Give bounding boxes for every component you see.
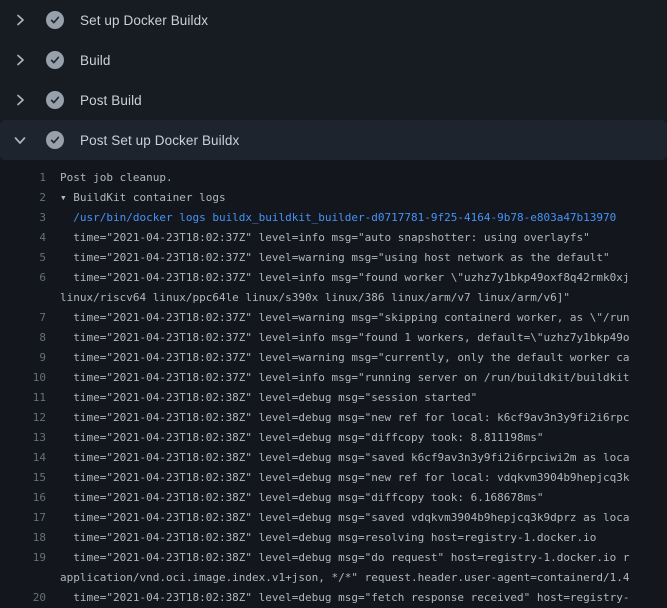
log-line-text: time="2021-04-23T18:02:38Z" level=debug … bbox=[60, 448, 630, 468]
log-line: 4 time="2021-04-23T18:02:37Z" level=info… bbox=[0, 228, 667, 248]
log-line: 10 time="2021-04-23T18:02:37Z" level=inf… bbox=[0, 368, 667, 388]
log-line-number[interactable]: 16 bbox=[0, 488, 46, 508]
step-list: Set up Docker Buildx Build Post Build bbox=[0, 0, 667, 160]
log-line-number[interactable]: 7 bbox=[0, 308, 46, 328]
log-line-number[interactable]: 10 bbox=[0, 368, 46, 388]
log-line: 20 time="2021-04-23T18:02:38Z" level=deb… bbox=[0, 588, 667, 608]
log-line-text: time="2021-04-23T18:02:37Z" level=info m… bbox=[60, 228, 590, 248]
log-line-text: time="2021-04-23T18:02:38Z" level=debug … bbox=[60, 548, 630, 568]
log-line: 13 time="2021-04-23T18:02:38Z" level=deb… bbox=[0, 428, 667, 448]
log-line: linux/riscv64 linux/ppc64le linux/s390x … bbox=[0, 288, 667, 308]
step-header-set-up-docker-buildx[interactable]: Set up Docker Buildx bbox=[0, 0, 667, 40]
log-line-number[interactable]: 18 bbox=[0, 528, 46, 548]
check-circle-icon bbox=[46, 131, 64, 149]
log-line-number[interactable]: 14 bbox=[0, 448, 46, 468]
actions-log-viewer: Set up Docker Buildx Build Post Build bbox=[0, 0, 667, 608]
log-line-number[interactable]: 19 bbox=[0, 548, 46, 568]
log-line-text: time="2021-04-23T18:02:37Z" level=warnin… bbox=[60, 248, 610, 268]
log-line-number[interactable]: 1 bbox=[0, 168, 46, 188]
log-line-number bbox=[0, 568, 46, 588]
log-line-text: time="2021-04-23T18:02:38Z" level=debug … bbox=[60, 408, 630, 428]
log-line-number[interactable]: 4 bbox=[0, 228, 46, 248]
log-line-text: time="2021-04-23T18:02:38Z" level=debug … bbox=[60, 468, 630, 488]
step-label: Post Build bbox=[80, 93, 142, 108]
log-line: 15 time="2021-04-23T18:02:38Z" level=deb… bbox=[0, 468, 667, 488]
log-line-text: time="2021-04-23T18:02:38Z" level=debug … bbox=[60, 388, 477, 408]
chevron-right-icon bbox=[12, 92, 28, 108]
log-line-text: ▾ BuildKit container logs bbox=[60, 188, 226, 208]
log-line-number[interactable]: 9 bbox=[0, 348, 46, 368]
log-line: application/vnd.oci.image.index.v1+json,… bbox=[0, 568, 667, 588]
log-line: 3 /usr/bin/docker logs buildx_buildkit_b… bbox=[0, 208, 667, 228]
step-header-post-set-up-docker-buildx[interactable]: Post Set up Docker Buildx bbox=[0, 120, 667, 160]
log-line-text: time="2021-04-23T18:02:37Z" level=info m… bbox=[60, 328, 630, 348]
check-circle-icon bbox=[46, 11, 64, 29]
log-line: 7 time="2021-04-23T18:02:37Z" level=warn… bbox=[0, 308, 667, 328]
log-line-number[interactable]: 6 bbox=[0, 268, 46, 288]
log-line-text: time="2021-04-23T18:02:38Z" level=debug … bbox=[60, 488, 543, 508]
log-line: 2 ▾ BuildKit container logs bbox=[0, 188, 667, 208]
log-line: 14 time="2021-04-23T18:02:38Z" level=deb… bbox=[0, 448, 667, 468]
log-line-text: time="2021-04-23T18:02:37Z" level=info m… bbox=[60, 368, 630, 388]
step-header-build[interactable]: Build bbox=[0, 40, 667, 80]
log-line-number[interactable]: 12 bbox=[0, 408, 46, 428]
log-line-number[interactable]: 8 bbox=[0, 328, 46, 348]
log-line-text: time="2021-04-23T18:02:38Z" level=debug … bbox=[60, 588, 630, 608]
log-line: 12 time="2021-04-23T18:02:38Z" level=deb… bbox=[0, 408, 667, 428]
check-circle-icon bbox=[46, 91, 64, 109]
step-label: Set up Docker Buildx bbox=[80, 13, 208, 28]
log-line-number[interactable]: 5 bbox=[0, 248, 46, 268]
step-label: Build bbox=[80, 53, 111, 68]
log-line-number[interactable]: 3 bbox=[0, 208, 46, 228]
check-circle-icon bbox=[46, 51, 64, 69]
log-line: 1 Post job cleanup. bbox=[0, 168, 667, 188]
log-line-text: Post job cleanup. bbox=[60, 168, 173, 188]
log-line-number[interactable]: 20 bbox=[0, 588, 46, 608]
step-label: Post Set up Docker Buildx bbox=[80, 133, 239, 148]
log-line: 18 time="2021-04-23T18:02:38Z" level=deb… bbox=[0, 528, 667, 548]
log-line-text: time="2021-04-23T18:02:37Z" level=info m… bbox=[60, 268, 630, 288]
log-line: 16 time="2021-04-23T18:02:38Z" level=deb… bbox=[0, 488, 667, 508]
log-line-number[interactable]: 17 bbox=[0, 508, 46, 528]
log-line: 11 time="2021-04-23T18:02:38Z" level=deb… bbox=[0, 388, 667, 408]
log-line-text: time="2021-04-23T18:02:38Z" level=debug … bbox=[60, 428, 543, 448]
log-line: 17 time="2021-04-23T18:02:38Z" level=deb… bbox=[0, 508, 667, 528]
log-line-text: time="2021-04-23T18:02:37Z" level=warnin… bbox=[60, 308, 630, 328]
log-line-number bbox=[0, 288, 46, 308]
log-line-number[interactable]: 13 bbox=[0, 428, 46, 448]
log-body: 1 Post job cleanup. 2 ▾ BuildKit contain… bbox=[0, 160, 667, 608]
log-line: 19 time="2021-04-23T18:02:38Z" level=deb… bbox=[0, 548, 667, 568]
log-line-number[interactable]: 2 bbox=[0, 188, 46, 208]
log-line-text: application/vnd.oci.image.index.v1+json,… bbox=[60, 568, 630, 588]
log-line: 5 time="2021-04-23T18:02:37Z" level=warn… bbox=[0, 248, 667, 268]
log-line-text: time="2021-04-23T18:02:38Z" level=debug … bbox=[60, 508, 630, 528]
chevron-down-icon bbox=[12, 132, 28, 148]
chevron-right-icon bbox=[12, 52, 28, 68]
log-group-toggle-icon[interactable]: ▾ bbox=[60, 191, 73, 204]
step-header-post-build[interactable]: Post Build bbox=[0, 80, 667, 120]
log-line: 6 time="2021-04-23T18:02:37Z" level=info… bbox=[0, 268, 667, 288]
log-line-text: time="2021-04-23T18:02:38Z" level=debug … bbox=[60, 528, 596, 548]
log-line-number[interactable]: 15 bbox=[0, 468, 46, 488]
log-line: 9 time="2021-04-23T18:02:37Z" level=warn… bbox=[0, 348, 667, 368]
log-line: 8 time="2021-04-23T18:02:37Z" level=info… bbox=[0, 328, 667, 348]
log-line-text: /usr/bin/docker logs buildx_buildkit_bui… bbox=[60, 208, 616, 228]
log-line-number[interactable]: 11 bbox=[0, 388, 46, 408]
log-line-text: linux/riscv64 linux/ppc64le linux/s390x … bbox=[60, 288, 570, 308]
chevron-right-icon bbox=[12, 12, 28, 28]
log-group-title[interactable]: BuildKit container logs bbox=[73, 191, 225, 204]
log-line-text: time="2021-04-23T18:02:37Z" level=warnin… bbox=[60, 348, 630, 368]
